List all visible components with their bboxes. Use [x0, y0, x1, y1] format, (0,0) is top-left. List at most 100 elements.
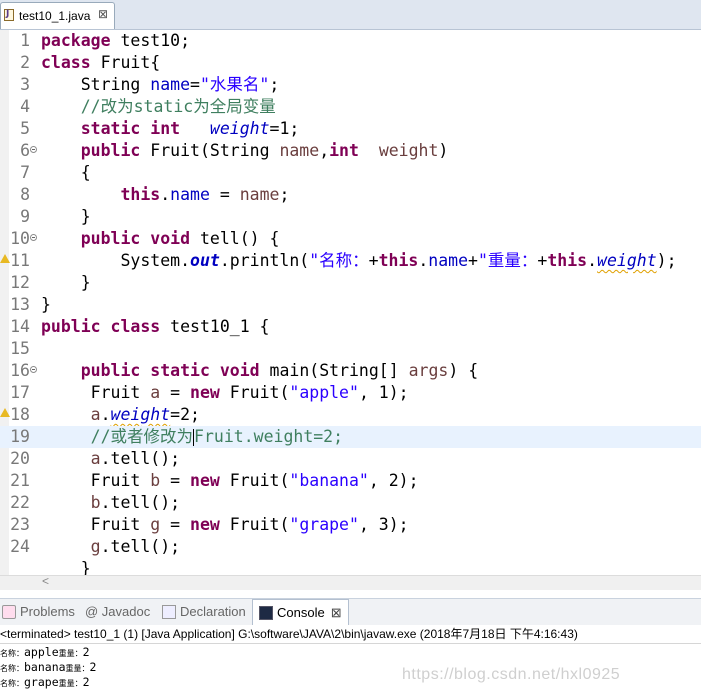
code-line[interactable]: 19 //或者修改为Fruit.weight=2; [0, 426, 701, 448]
code-text: //或者修改为Fruit.weight=2; [41, 426, 343, 448]
tab-javadoc-label: @ Javadoc [85, 604, 151, 619]
code-token: .tell(); [100, 537, 181, 556]
editor-tab-label: test10_1.java [19, 9, 91, 23]
code-text: package test10; [41, 30, 190, 52]
code-line[interactable]: 13} [0, 294, 701, 316]
code-token: new [190, 515, 220, 534]
code-token: String [41, 75, 151, 94]
code-token: package [41, 31, 111, 50]
tab-console[interactable]: Console ⊠ [252, 599, 349, 625]
tab-declaration[interactable]: Declaration [162, 599, 246, 625]
code-line[interactable]: 18 a.weight=2; [0, 404, 701, 426]
tab-javadoc[interactable]: @ Javadoc [85, 599, 150, 625]
code-token: .println( [219, 251, 310, 270]
code-token: , 3); [358, 515, 409, 534]
line-number: 24 [10, 537, 30, 556]
code-line[interactable]: 5 static int weight=1; [0, 118, 701, 140]
code-line[interactable]: 20 a.tell(); [0, 448, 701, 470]
line-number: 16 [10, 361, 30, 380]
code-text: a.weight=2; [41, 404, 200, 426]
console-line: 名称：apple重量：2 [0, 645, 701, 660]
console-line: 名称：grape重量：2 [0, 675, 701, 690]
code-token: "名称： [309, 251, 369, 270]
code-token: = [160, 383, 191, 402]
code-token: class [110, 317, 161, 336]
line-number: 2 [20, 53, 30, 72]
code-line[interactable]: 21 Fruit b = new Fruit("banana", 2); [0, 470, 701, 492]
console-icon [259, 605, 273, 620]
line-number: 14 [10, 317, 30, 336]
editor-tab-test10-1[interactable]: test10_1.java ⊠ [0, 2, 115, 29]
code-text: System.out.println("名称：+this.name+"重量：+t… [41, 250, 676, 272]
code-line[interactable]: 17 Fruit a = new Fruit("apple", 1); [0, 382, 701, 404]
fold-toggle-icon[interactable] [30, 234, 37, 241]
code-token: = [160, 515, 191, 534]
code-token: new [190, 383, 220, 402]
code-token: "grape" [289, 515, 359, 534]
code-line[interactable]: 16 public static void main(String[] args… [0, 360, 701, 382]
close-console-icon[interactable]: ⊠ [331, 605, 342, 620]
code-text: } [41, 294, 51, 316]
line-number: 10 [10, 229, 30, 248]
divider [0, 643, 701, 644]
code-line[interactable]: 7 { [0, 162, 701, 184]
console-status-line: <terminated> test10_1 (1) [Java Applicat… [0, 625, 701, 643]
code-text: a.tell(); [41, 448, 180, 470]
code-line[interactable]: 6 public Fruit(String name,int weight) [0, 140, 701, 162]
code-token: , 1); [358, 383, 409, 402]
fold-toggle-icon[interactable] [30, 366, 37, 373]
code-line[interactable]: 3 String name="水果名"; [0, 74, 701, 96]
code-editor[interactable]: 1 package test10; 2 class Fruit{3 String na… [0, 30, 701, 575]
code-token: void [219, 361, 260, 380]
code-text: static int weight=1; [41, 118, 300, 140]
code-token: weight [378, 141, 439, 160]
code-line[interactable]: 10 public void tell() { [0, 228, 701, 250]
code-line[interactable]: 12 } [0, 272, 701, 294]
console-weight-value: 2 [82, 675, 90, 689]
line-number: 5 [20, 119, 30, 138]
code-token: =2; [170, 405, 200, 424]
code-token: void [150, 229, 191, 248]
code-token: name [239, 185, 280, 204]
code-line[interactable]: 9 } [0, 206, 701, 228]
java-file-icon [4, 9, 14, 21]
horizontal-scrollbar[interactable]: < [0, 574, 701, 590]
fold-toggle-icon[interactable] [30, 146, 37, 153]
code-line[interactable]: 1 package test10; [0, 30, 701, 52]
code-line[interactable]: 24 g.tell(); [0, 536, 701, 558]
code-text: //改为static为全局变量 [41, 96, 276, 118]
console-weight-value: 2 [89, 660, 97, 674]
code-line[interactable]: 23 Fruit g = new Fruit("grape", 3); [0, 514, 701, 536]
close-tab-icon[interactable]: ⊠ [98, 7, 108, 21]
tab-problems[interactable]: Problems [2, 599, 75, 625]
code-token: public [41, 317, 101, 336]
scroll-left-icon[interactable]: < [42, 574, 49, 588]
console-prefix: 名称： [0, 649, 24, 658]
code-line[interactable]: 2 class Fruit{ [0, 52, 701, 74]
code-line[interactable]: 22 b.tell(); [0, 492, 701, 514]
console-prefix: 名称： [0, 664, 24, 673]
console-fruit-name: apple [24, 645, 59, 659]
code-line[interactable]: 11 System.out.println("名称：+this.name+"重量… [0, 250, 701, 272]
code-token: , [319, 141, 330, 160]
code-line[interactable]: } [0, 558, 701, 575]
code-token: "水果名" [199, 75, 270, 94]
code-token: . [418, 251, 429, 270]
line-number: 15 [10, 339, 30, 358]
console-prefix: 名称： [0, 679, 24, 688]
code-line[interactable]: 8 this.name = name; [0, 184, 701, 206]
code-text: b.tell(); [41, 492, 180, 514]
code-line[interactable]: 15 [0, 338, 701, 360]
code-text: } [41, 272, 91, 294]
code-line[interactable]: 4 //改为static为全局变量 [0, 96, 701, 118]
console-weight-value: 2 [82, 645, 90, 659]
code-token: b [90, 493, 101, 512]
code-token: Fruit(String [140, 141, 280, 160]
code-line[interactable]: 14 public class test10_1 { [0, 316, 701, 338]
